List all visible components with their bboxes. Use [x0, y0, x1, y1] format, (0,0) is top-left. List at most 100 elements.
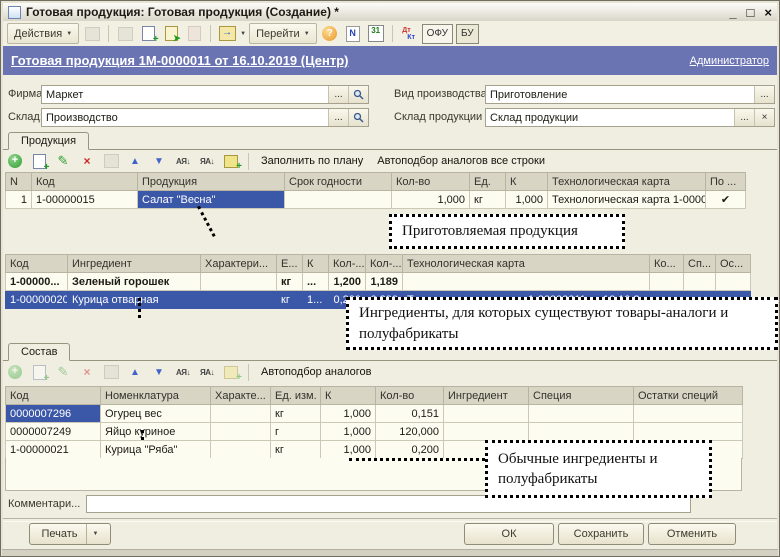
cell-char[interactable]	[201, 273, 277, 291]
move-down-icon[interactable]: ▼	[149, 363, 169, 382]
close-button[interactable]: ×	[764, 5, 772, 20]
cell-k[interactable]: 1,000	[321, 441, 376, 459]
cell-qty[interactable]: 1,000	[392, 191, 470, 209]
cell-ingredient[interactable]	[444, 423, 529, 441]
column-header[interactable]: К	[303, 255, 329, 273]
move-up-icon[interactable]: ▲	[125, 363, 145, 382]
cell-name[interactable]: Курица "Ряба"	[101, 441, 211, 459]
column-header[interactable]: Кол-во	[376, 387, 444, 405]
bu-button[interactable]: БУ	[456, 24, 479, 44]
cell-os[interactable]	[716, 273, 751, 291]
chevron-down-icon[interactable]: ▼	[240, 31, 246, 37]
move-up-icon[interactable]: ▲	[125, 152, 145, 171]
product-warehouse-field[interactable]: Склад продукции ... ×	[485, 108, 775, 127]
cell-qty2[interactable]: 1,189	[366, 273, 403, 291]
edit-row-icon[interactable]: ✎	[53, 363, 73, 382]
chevron-down-icon[interactable]: ▼	[86, 524, 99, 544]
warehouse-field[interactable]: Производство ...	[41, 108, 369, 127]
calendar-icon[interactable]: 31	[366, 24, 386, 43]
cell-char[interactable]	[201, 291, 277, 309]
cell-k[interactable]: 1,000	[321, 405, 376, 423]
sort-desc-icon[interactable]: ЯА↓	[197, 363, 217, 382]
sort-desc-icon[interactable]: ЯА↓	[197, 152, 217, 171]
cell-unit[interactable]: кг	[277, 291, 303, 309]
column-header[interactable]: N	[6, 173, 32, 191]
cell-k[interactable]: 1,000	[506, 191, 548, 209]
cell-qty[interactable]: 0,200	[376, 441, 444, 459]
ellipsis-button[interactable]: ...	[734, 109, 754, 126]
checkmark-icon[interactable]: ✔	[706, 191, 746, 209]
ellipsis-button[interactable]: ...	[328, 86, 348, 103]
table-row[interactable]: 1-00000... Зеленый горошек кг ... 1,200 …	[6, 273, 751, 291]
document-title-link[interactable]: Готовая продукция 1М-0000011 от 16.10.20…	[11, 53, 348, 68]
column-header[interactable]: Ингредиент	[68, 255, 201, 273]
column-header[interactable]: Остатки специй	[634, 387, 743, 405]
cell-k[interactable]: 1,000	[321, 423, 376, 441]
cell-qty[interactable]: 120,000	[376, 423, 444, 441]
save-button[interactable]: Сохранить	[558, 523, 644, 545]
post-document-icon[interactable]: ➤	[161, 24, 181, 43]
cell-unit[interactable]: кг	[271, 405, 321, 423]
unpost-document-icon[interactable]	[184, 24, 204, 43]
cell-k[interactable]: ...	[303, 273, 329, 291]
clear-icon[interactable]: ×	[754, 109, 774, 126]
ok-button[interactable]: ОК	[464, 523, 554, 545]
column-header[interactable]: Кол-...	[329, 255, 366, 273]
cell-code[interactable]: 0000007249	[6, 423, 101, 441]
tab-composition[interactable]: Состав	[8, 343, 70, 361]
cell-expiry[interactable]	[285, 191, 392, 209]
maximize-button[interactable]: □	[747, 5, 755, 20]
cell-ko[interactable]	[650, 273, 684, 291]
column-header[interactable]: Специя	[529, 387, 634, 405]
autofill-icon[interactable]: +	[221, 152, 241, 171]
sort-asc-icon[interactable]: АЯ↓	[173, 363, 193, 382]
goto-button[interactable]: Перейти ▼	[249, 23, 317, 44]
auto-analogs-all-button[interactable]: Автоподбор аналогов все строки	[372, 155, 550, 167]
cell-char[interactable]	[211, 423, 271, 441]
cell-unit[interactable]: кг	[271, 441, 321, 459]
column-header[interactable]: Е...	[277, 255, 303, 273]
minimize-button[interactable]: _	[729, 5, 736, 20]
cell-tech-card[interactable]	[403, 273, 650, 291]
cell-n[interactable]: 1	[6, 191, 32, 209]
cell-spice[interactable]	[529, 405, 634, 423]
column-header[interactable]: Технологическая карта	[548, 173, 706, 191]
help-icon[interactable]: ?	[320, 24, 340, 43]
column-header[interactable]: Характери...	[201, 255, 277, 273]
auto-analogs-button[interactable]: Автоподбор аналогов	[256, 366, 377, 378]
column-header[interactable]: Кол-...	[366, 255, 403, 273]
autofill-icon[interactable]: +	[221, 363, 241, 382]
cell-spice-rest[interactable]	[634, 405, 743, 423]
column-header[interactable]: Ед. изм.	[271, 387, 321, 405]
cell-ingredient[interactable]: Курица отварная	[68, 291, 201, 309]
cell-unit[interactable]: кг	[470, 191, 506, 209]
cell-spice[interactable]	[529, 423, 634, 441]
cell-name[interactable]: Огурец вес	[101, 405, 211, 423]
cell-tech-card[interactable]: Технологическая карта 1-00000012...	[548, 191, 706, 209]
firm-field[interactable]: Маркет ...	[41, 85, 369, 104]
cell-qty[interactable]: 0,151	[376, 405, 444, 423]
column-header[interactable]: Код	[32, 173, 138, 191]
column-header[interactable]: Код	[6, 387, 101, 405]
cell-product-selected[interactable]: Салат "Весна"	[138, 191, 285, 209]
cell-k[interactable]: 1...	[303, 291, 329, 309]
ofu-button[interactable]: ОФУ	[422, 24, 453, 44]
print-button[interactable]: Печать ▼	[29, 523, 111, 545]
add-row-icon[interactable]: +	[5, 363, 25, 382]
save-order-icon[interactable]	[101, 152, 121, 171]
delete-row-icon[interactable]: ×	[77, 363, 97, 382]
actions-button[interactable]: Действия ▼	[7, 23, 79, 44]
copy-row-icon[interactable]: +	[29, 152, 49, 171]
cell-code-selected[interactable]: 0000007296	[6, 405, 101, 423]
magnifier-icon[interactable]	[348, 109, 368, 126]
tab-products[interactable]: Продукция	[8, 132, 89, 150]
cell-qty1[interactable]: 1,200	[329, 273, 366, 291]
column-header[interactable]: Ко...	[650, 255, 684, 273]
user-link[interactable]: Администратор	[690, 55, 769, 67]
column-header[interactable]: К	[506, 173, 548, 191]
cell-unit[interactable]: кг	[277, 273, 303, 291]
ellipsis-button[interactable]: ...	[328, 109, 348, 126]
table-row[interactable]: 1 1-00000015 Салат "Весна" 1,000 кг 1,00…	[6, 191, 746, 209]
edit-row-icon[interactable]: ✎	[53, 152, 73, 171]
cell-code[interactable]: 1-00000...	[6, 273, 68, 291]
